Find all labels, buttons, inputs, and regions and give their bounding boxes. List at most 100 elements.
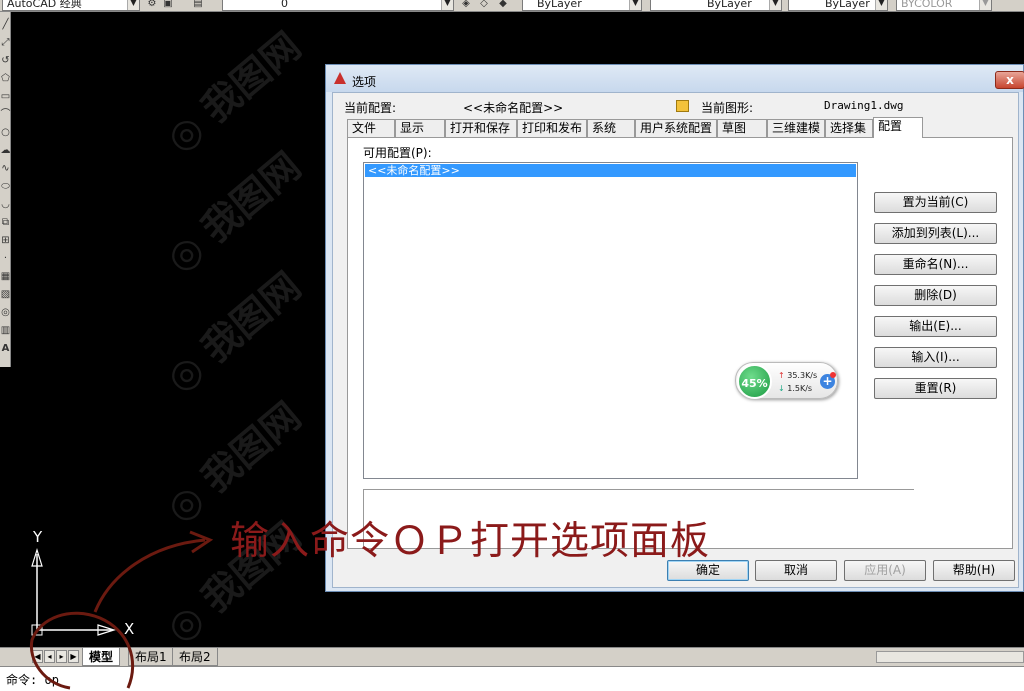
tab-profiles[interactable]: 配置 [873, 117, 923, 138]
color-dropdown[interactable]: ByLayer ▼ [522, 0, 642, 11]
point-icon[interactable]: · [0, 252, 11, 266]
lineweight-dropdown[interactable]: ByLayer ▼ [788, 0, 888, 11]
dialog-titlebar[interactable]: 选项 x [326, 65, 1024, 92]
annotation-text: 输入命令ＯＰ打开选项面板 [230, 519, 711, 564]
plotstyle-dropdown[interactable]: BYCOLOR ▼ [896, 0, 992, 11]
rename-button[interactable]: 重命名(N)... [874, 254, 997, 275]
download-speed-row: ↓ 1.5K/s [778, 384, 812, 393]
current-drawing-label: 当前图形: [701, 101, 754, 115]
memory-usage-badge: 45% [737, 364, 772, 399]
dialog-title: 选项 [352, 75, 377, 89]
ellipse-icon[interactable]: ⬭ [0, 180, 11, 194]
insert-block-icon[interactable]: ⧉ [0, 216, 11, 230]
notification-dot-icon [830, 372, 836, 378]
color-value: ByLayer [537, 0, 582, 10]
watermark: ◎ 我图网 [157, 143, 310, 281]
workspace-dropdown[interactable]: AutoCAD 经典 ▼ [2, 0, 140, 11]
layer-name: 0 [281, 0, 288, 10]
tab-layout2[interactable]: 布局2 [172, 648, 218, 666]
spline-icon[interactable]: ∿ [0, 162, 11, 176]
workspace-label: AutoCAD 经典 [7, 0, 82, 10]
current-profile-value: <<未命名配置>> [463, 101, 564, 115]
layout-tab-bar: ◀ ◂ ▸ ▶ 模型 布局1 布局2 [0, 647, 1024, 666]
tab-3d-modeling[interactable]: 三维建模 [767, 119, 825, 137]
chevron-down-icon: ▼ [127, 0, 139, 10]
chevron-down-icon: ▼ [875, 0, 887, 10]
previous-tab-icon[interactable]: ◂ [44, 650, 55, 663]
download-arrow-icon: ↓ [778, 384, 785, 393]
ellipse-arc-icon[interactable]: ◡ [0, 198, 11, 212]
linetype-value: ByLayer [707, 0, 752, 10]
next-tab-icon[interactable]: ▸ [56, 650, 67, 663]
layer-dropdown[interactable]: 0 ▼ [222, 0, 454, 11]
chevron-down-icon: ▼ [769, 0, 781, 10]
table-icon[interactable]: ▥ [0, 324, 11, 338]
watermark: ◎ 我图网 [157, 263, 310, 401]
current-profile-label: 当前配置: [344, 101, 397, 115]
watermark: ◎ 我图网 [157, 23, 310, 161]
region-icon[interactable]: ◎ [0, 306, 11, 320]
tab-display[interactable]: 显示 [395, 119, 445, 137]
chevron-down-icon: ▼ [979, 0, 991, 10]
layer-state-icon[interactable]: ◇ [478, 0, 490, 10]
first-tab-icon[interactable]: ◀ [32, 650, 43, 663]
circle-icon[interactable]: ○ [0, 126, 11, 140]
make-current-icon[interactable]: ◆ [497, 0, 509, 10]
drawing-file-icon [676, 100, 689, 112]
polygon-icon[interactable]: ⬠ [0, 72, 11, 86]
tab-open-save[interactable]: 打开和保存 [445, 119, 517, 137]
tab-model[interactable]: 模型 [82, 648, 121, 666]
close-button[interactable]: x [995, 71, 1024, 89]
arc-icon[interactable]: ⌒ [0, 108, 11, 122]
rectangle-icon[interactable]: ▭ [0, 90, 11, 104]
chevron-down-icon: ▼ [441, 0, 453, 10]
gear-icon[interactable]: ⚙ [146, 0, 158, 10]
list-item[interactable]: <<未命名配置>> [365, 164, 856, 177]
layer-previous-icon[interactable]: ◈ [460, 0, 472, 10]
construction-line-icon[interactable]: ⤢ [0, 36, 11, 50]
gradient-icon[interactable]: ▧ [0, 288, 11, 302]
export-button[interactable]: 输出(E)... [874, 316, 997, 337]
delete-button[interactable]: 删除(D) [874, 285, 997, 306]
profiles-list[interactable]: <<未命名配置>> [363, 162, 858, 479]
last-tab-icon[interactable]: ▶ [68, 650, 79, 663]
lineweight-value: ByLayer [825, 0, 870, 10]
chevron-down-icon: ▼ [629, 0, 641, 10]
command-line[interactable]: 命令: op [0, 666, 1024, 691]
top-toolbar: AutoCAD 经典 ▼ ⚙ ▣ ▤ 0 ▼ ◈ ◇ ◆ ByLayer ▼ B… [0, 0, 1024, 12]
network-speed-widget[interactable]: 45% ↑ 35.3K/s ↓ 1.5K/s + [735, 362, 838, 399]
command-prompt: 命令: [6, 673, 38, 687]
cancel-button[interactable]: 取消 [755, 560, 837, 581]
horizontal-scrollbar[interactable] [876, 651, 1024, 663]
workspace-settings-icon[interactable]: ▣ [162, 0, 174, 10]
set-current-button[interactable]: 置为当前(C) [874, 192, 997, 213]
draw-toolbar: ╱ ⤢ ↺ ⬠ ▭ ⌒ ○ ☁ ∿ ⬭ ◡ ⧉ ⊞ · ▦ ▧ ◎ ▥ A [0, 12, 11, 367]
tab-plot-publish[interactable]: 打印和发布 [517, 119, 587, 137]
polyline-icon[interactable]: ↺ [0, 54, 11, 68]
help-button[interactable]: 帮助(H) [933, 560, 1015, 581]
multiline-text-icon[interactable]: A [0, 342, 11, 356]
tab-files[interactable]: 文件 [347, 119, 395, 137]
tab-user-preferences[interactable]: 用户系统配置 [635, 119, 717, 137]
ucs-x-label: X [124, 620, 135, 638]
make-block-icon[interactable]: ⊞ [0, 234, 11, 248]
tab-layout1[interactable]: 布局1 [128, 648, 174, 666]
command-input[interactable]: op [44, 673, 58, 687]
autocad-logo-icon [334, 72, 346, 84]
tab-system[interactable]: 系统 [587, 119, 635, 137]
tab-selection[interactable]: 选择集 [825, 119, 873, 137]
line-icon[interactable]: ╱ [0, 18, 11, 32]
import-button[interactable]: 输入(I)... [874, 347, 997, 368]
add-to-list-button[interactable]: 添加到列表(L)... [874, 223, 997, 244]
hatch-icon[interactable]: ▦ [0, 270, 11, 284]
available-profiles-label: 可用配置(P): [363, 146, 432, 160]
revision-cloud-icon[interactable]: ☁ [0, 144, 11, 158]
layer-manager-icon[interactable]: ▤ [192, 0, 204, 10]
options-tabs: 文件 显示 打开和保存 打印和发布 系统 用户系统配置 草图 三维建模 选择集 … [347, 117, 1007, 138]
tab-drafting[interactable]: 草图 [717, 119, 767, 137]
ucs-y-label: Y [33, 528, 43, 546]
reset-button[interactable]: 重置(R) [874, 378, 997, 399]
apply-button[interactable]: 应用(A) [844, 560, 926, 581]
linetype-dropdown[interactable]: ByLayer ▼ [650, 0, 782, 11]
current-drawing-value: Drawing1.dwg [824, 99, 904, 112]
